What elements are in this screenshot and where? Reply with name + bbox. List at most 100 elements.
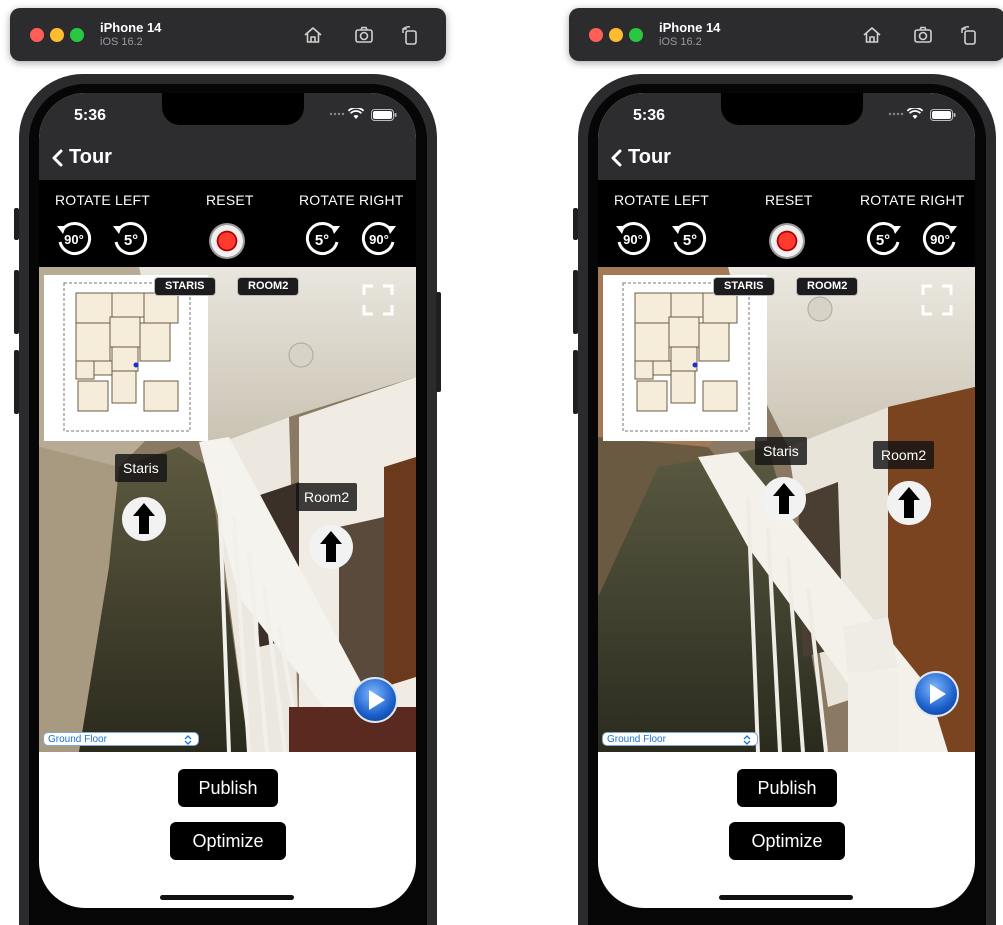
floor-select[interactable]: Ground Floor: [43, 732, 199, 746]
back-button[interactable]: Tour: [51, 146, 112, 169]
rotate-left-5-button[interactable]: 5°: [670, 220, 708, 258]
rotate-right-5-text: 5°: [315, 232, 329, 249]
simulator-window: iPhone 14 iOS 16.2 5:36 Tour ROTATE LEFT…: [0, 0, 560, 925]
volume-up-button: [14, 270, 19, 334]
rotate-left-5-text: 5°: [124, 232, 138, 249]
minimize-window-button[interactable]: [50, 28, 64, 42]
device-os: iOS 16.2: [100, 36, 143, 48]
rotate-right-5-button[interactable]: 5°: [304, 220, 342, 258]
optimize-button[interactable]: Optimize: [170, 822, 286, 860]
volume-down-button: [14, 350, 19, 414]
rotate-right-label: ROTATE RIGHT: [299, 192, 404, 208]
status-time: 5:36: [74, 107, 107, 124]
wifi-icon: [907, 108, 923, 119]
rotate-right-90-button[interactable]: 90°: [921, 220, 959, 258]
power-button: [436, 292, 441, 392]
home-icon[interactable]: [861, 24, 883, 46]
floor-plan-image: [622, 282, 750, 432]
play-icon: [369, 690, 385, 710]
navigation-bar: Tour: [39, 138, 416, 180]
publish-button[interactable]: Publish: [737, 769, 837, 807]
rotate-left-5-text: 5°: [683, 232, 697, 249]
notch: [721, 93, 863, 125]
reset-button[interactable]: [769, 223, 805, 259]
chip-staris[interactable]: STARIS: [713, 277, 775, 296]
rotate-right-label: ROTATE RIGHT: [860, 192, 965, 208]
rotate-left-90-button[interactable]: 90°: [55, 220, 93, 258]
volume-up-button: [573, 270, 578, 334]
floor-select[interactable]: Ground Floor: [602, 732, 758, 746]
chevron-left-icon: [52, 149, 63, 166]
hotspot-room2-arrow-icon[interactable]: [309, 525, 353, 569]
simulator-toolbar: iPhone 14 iOS 16.2: [569, 8, 1003, 61]
play-button[interactable]: [352, 677, 398, 723]
floor-select-value: Ground Floor: [607, 734, 666, 745]
home-indicator: [160, 895, 294, 900]
floor-select-value: Ground Floor: [48, 734, 107, 745]
notch: [162, 93, 304, 125]
battery-icon: [930, 109, 956, 121]
rotate-left-90-button[interactable]: 90°: [614, 220, 652, 258]
rotation-controls: ROTATE LEFT RESET ROTATE RIGHT 90° 5° 5°…: [39, 180, 416, 267]
floor-plan-minimap[interactable]: [44, 275, 208, 441]
camera-icon[interactable]: [912, 24, 934, 46]
phone-screen: 5:36 Tour ROTATE LEFT RESET ROTATE RIGHT…: [39, 93, 416, 908]
close-window-button[interactable]: [589, 28, 603, 42]
simulator-toolbar: iPhone 14 iOS 16.2: [10, 8, 446, 61]
panorama-view[interactable]: STARIS ROOM2 Staris Room2 Ground Floor: [39, 267, 416, 752]
status-time: 5:36: [633, 107, 666, 124]
rotate-left-90-text: 90°: [623, 232, 643, 247]
hotspot-label-staris: Staris: [755, 437, 807, 465]
signal-dots-icon: [329, 112, 345, 116]
back-button[interactable]: Tour: [610, 146, 671, 169]
floor-plan-image: [63, 282, 191, 432]
reset-label: RESET: [765, 192, 813, 208]
hotspot-staris-arrow-icon[interactable]: [122, 497, 166, 541]
device-os: iOS 16.2: [659, 36, 702, 48]
camera-icon[interactable]: [353, 24, 375, 46]
hotspot-label-staris: Staris: [115, 454, 167, 482]
rotate-right-90-button[interactable]: 90°: [360, 220, 398, 258]
rotate-device-icon[interactable]: [958, 24, 980, 46]
hotspot-label-room2: Room2: [873, 441, 935, 469]
publish-button[interactable]: Publish: [178, 769, 278, 807]
phone-screen: 5:36 Tour ROTATE LEFT RESET ROTATE RIGHT…: [598, 93, 975, 908]
hotspot-room2-arrow-icon[interactable]: [887, 481, 931, 525]
chip-staris[interactable]: STARIS: [154, 277, 216, 296]
navigation-bar: Tour: [598, 138, 975, 180]
hotspot-label-room2: Room2: [296, 483, 358, 511]
home-indicator: [719, 895, 853, 900]
fullscreen-icon[interactable]: [921, 284, 953, 316]
rotate-left-5-button[interactable]: 5°: [111, 220, 149, 258]
device-name: iPhone 14: [659, 20, 721, 35]
reset-label: RESET: [206, 192, 254, 208]
chip-room2[interactable]: ROOM2: [237, 277, 300, 296]
rotate-right-5-button[interactable]: 5°: [865, 220, 903, 258]
rotate-device-icon[interactable]: [399, 24, 421, 46]
floor-plan-minimap[interactable]: [603, 275, 767, 441]
mute-switch: [573, 208, 578, 240]
rotate-right-90-text: 90°: [930, 232, 950, 247]
play-button[interactable]: [913, 671, 959, 717]
chip-room2[interactable]: ROOM2: [796, 277, 859, 296]
volume-down-button: [573, 350, 578, 414]
minimize-window-button[interactable]: [609, 28, 623, 42]
zoom-window-button[interactable]: [629, 28, 643, 42]
nav-title: Tour: [69, 146, 112, 168]
device-name: iPhone 14: [100, 20, 162, 35]
battery-icon: [371, 109, 397, 121]
reset-button[interactable]: [209, 223, 245, 259]
fullscreen-icon[interactable]: [362, 284, 394, 316]
hotspot-staris-arrow-icon[interactable]: [762, 477, 806, 521]
rotate-left-label: ROTATE LEFT: [55, 192, 151, 208]
rotate-left-90-text: 90°: [64, 232, 84, 247]
zoom-window-button[interactable]: [70, 28, 84, 42]
status-bar: 5:36: [39, 93, 416, 138]
close-window-button[interactable]: [30, 28, 44, 42]
chevron-left-icon: [611, 149, 622, 166]
panorama-view[interactable]: STARIS ROOM2 Staris Room2 Ground Floor: [598, 267, 975, 752]
wifi-icon: [348, 108, 364, 119]
mute-switch: [14, 208, 19, 240]
home-icon[interactable]: [302, 24, 324, 46]
optimize-button[interactable]: Optimize: [729, 822, 845, 860]
